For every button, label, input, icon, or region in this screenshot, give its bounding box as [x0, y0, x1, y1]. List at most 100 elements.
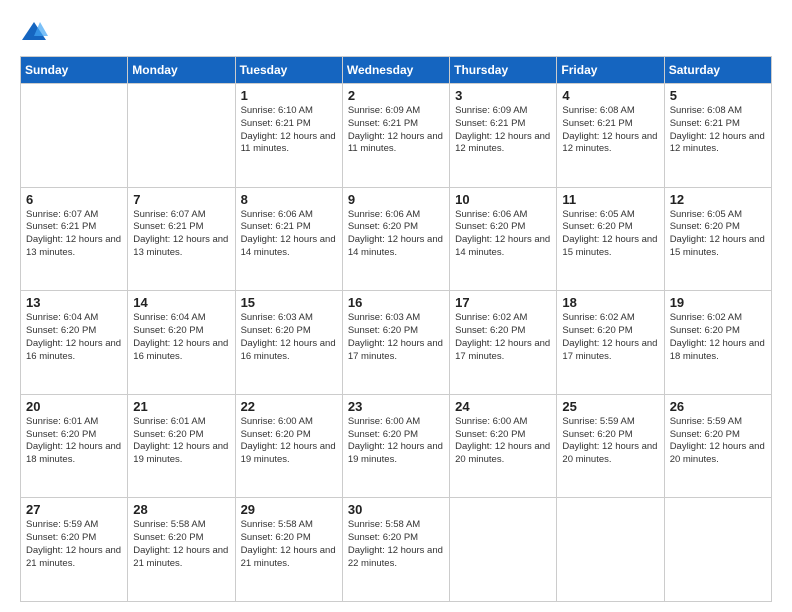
day-number: 9	[348, 192, 444, 207]
day-number: 2	[348, 88, 444, 103]
calendar-cell: 28Sunrise: 5:58 AM Sunset: 6:20 PM Dayli…	[128, 498, 235, 602]
calendar-header: SundayMondayTuesdayWednesdayThursdayFrid…	[21, 57, 772, 84]
calendar-cell: 16 Sunrise: 6:03 AM Sunset: 6:20 PM Dayli…	[342, 291, 449, 395]
day-number: 7	[133, 192, 229, 207]
day-number: 27	[26, 502, 122, 517]
day-number: 21	[133, 399, 229, 414]
day-info: Sunrise: 6:07 AM Sunset: 6:21 PM Dayligh…	[26, 209, 122, 260]
weekday-header-saturday: Saturday	[664, 57, 771, 84]
day-info: Sunrise: 6:01 AM Sunset: 6:20 PM Dayligh…	[133, 416, 229, 467]
calendar-cell	[128, 84, 235, 188]
day-info: Sunrise: 6:09 AM Sunset: 6:21 PM Dayligh…	[455, 105, 551, 156]
calendar-cell: 1Sunrise: 6:10 AM Sunset: 6:21 PM Daylig…	[235, 84, 342, 188]
day-number: 3	[455, 88, 551, 103]
day-number: 20	[26, 399, 122, 414]
day-number: 4	[562, 88, 658, 103]
day-number: 18	[562, 295, 658, 310]
calendar-body: 1Sunrise: 6:10 AM Sunset: 6:21 PM Daylig…	[21, 84, 772, 602]
day-info: Sunrise: 6:06 AM Sunset: 6:20 PM Dayligh…	[348, 209, 444, 260]
day-number: 29	[241, 502, 337, 517]
weekday-header-friday: Friday	[557, 57, 664, 84]
day-number: 14	[133, 295, 229, 310]
calendar-cell: 25 Sunrise: 5:59 AM Sunset: 6:20 PM Dayli…	[557, 394, 664, 498]
day-info: Sunrise: 5:59 AM Sunset: 6:20 PM Dayligh…	[26, 519, 122, 570]
day-info: Sunrise: 6:01 AM Sunset: 6:20 PM Dayligh…	[26, 416, 122, 467]
weekday-header-monday: Monday	[128, 57, 235, 84]
calendar-cell: 18Sunrise: 6:02 AM Sunset: 6:20 PM Dayli…	[557, 291, 664, 395]
day-number: 13	[26, 295, 122, 310]
day-info: Sunrise: 6:08 AM Sunset: 6:21 PM Dayligh…	[562, 105, 658, 156]
day-info: Sunrise: 6:02 AM Sunset: 6:20 PM Dayligh…	[455, 312, 551, 363]
day-info: Sunrise: 6:03 AM Sunset: 6:20 PM Dayligh…	[348, 312, 444, 363]
day-info: Sunrise: 6:00 AM Sunset: 6:20 PM Dayligh…	[241, 416, 337, 467]
calendar-cell: 5 Sunrise: 6:08 AM Sunset: 6:21 PM Daylig…	[664, 84, 771, 188]
calendar-table: SundayMondayTuesdayWednesdayThursdayFrid…	[20, 56, 772, 602]
calendar-week-row: 1Sunrise: 6:10 AM Sunset: 6:21 PM Daylig…	[21, 84, 772, 188]
day-info: Sunrise: 5:58 AM Sunset: 6:20 PM Dayligh…	[241, 519, 337, 570]
calendar-cell: 13 Sunrise: 6:04 AM Sunset: 6:20 PM Dayli…	[21, 291, 128, 395]
weekday-header-row: SundayMondayTuesdayWednesdayThursdayFrid…	[21, 57, 772, 84]
calendar-cell: 22 Sunrise: 6:00 AM Sunset: 6:20 PM Dayli…	[235, 394, 342, 498]
day-number: 12	[670, 192, 766, 207]
calendar-cell: 2 Sunrise: 6:09 AM Sunset: 6:21 PM Daylig…	[342, 84, 449, 188]
calendar-cell: 30 Sunrise: 5:58 AM Sunset: 6:20 PM Dayli…	[342, 498, 449, 602]
calendar-week-row: 13 Sunrise: 6:04 AM Sunset: 6:20 PM Dayli…	[21, 291, 772, 395]
calendar-cell: 27 Sunrise: 5:59 AM Sunset: 6:20 PM Dayli…	[21, 498, 128, 602]
calendar-cell	[450, 498, 557, 602]
calendar-cell: 23 Sunrise: 6:00 AM Sunset: 6:20 PM Dayli…	[342, 394, 449, 498]
day-info: Sunrise: 6:06 AM Sunset: 6:20 PM Dayligh…	[455, 209, 551, 260]
day-info: Sunrise: 6:05 AM Sunset: 6:20 PM Dayligh…	[670, 209, 766, 260]
day-info: Sunrise: 6:00 AM Sunset: 6:20 PM Dayligh…	[348, 416, 444, 467]
weekday-header-tuesday: Tuesday	[235, 57, 342, 84]
day-number: 24	[455, 399, 551, 414]
calendar-week-row: 6 Sunrise: 6:07 AM Sunset: 6:21 PM Daylig…	[21, 187, 772, 291]
day-number: 8	[241, 192, 337, 207]
header	[20, 18, 772, 46]
day-number: 16	[348, 295, 444, 310]
weekday-header-thursday: Thursday	[450, 57, 557, 84]
calendar-cell: 17 Sunrise: 6:02 AM Sunset: 6:20 PM Dayli…	[450, 291, 557, 395]
day-info: Sunrise: 6:09 AM Sunset: 6:21 PM Dayligh…	[348, 105, 444, 156]
day-info: Sunrise: 6:05 AM Sunset: 6:20 PM Dayligh…	[562, 209, 658, 260]
logo-icon	[20, 18, 48, 46]
logo	[20, 18, 50, 46]
day-info: Sunrise: 5:58 AM Sunset: 6:20 PM Dayligh…	[348, 519, 444, 570]
day-info: Sunrise: 6:03 AM Sunset: 6:20 PM Dayligh…	[241, 312, 337, 363]
day-info: Sunrise: 6:07 AM Sunset: 6:21 PM Dayligh…	[133, 209, 229, 260]
calendar-cell: 6 Sunrise: 6:07 AM Sunset: 6:21 PM Daylig…	[21, 187, 128, 291]
calendar-cell: 8Sunrise: 6:06 AM Sunset: 6:21 PM Daylig…	[235, 187, 342, 291]
day-info: Sunrise: 6:04 AM Sunset: 6:20 PM Dayligh…	[26, 312, 122, 363]
day-number: 22	[241, 399, 337, 414]
calendar-cell: 12 Sunrise: 6:05 AM Sunset: 6:20 PM Dayli…	[664, 187, 771, 291]
calendar-cell: 7 Sunrise: 6:07 AM Sunset: 6:21 PM Daylig…	[128, 187, 235, 291]
day-number: 6	[26, 192, 122, 207]
day-number: 25	[562, 399, 658, 414]
calendar-week-row: 27 Sunrise: 5:59 AM Sunset: 6:20 PM Dayli…	[21, 498, 772, 602]
day-number: 11	[562, 192, 658, 207]
calendar-cell	[557, 498, 664, 602]
weekday-header-wednesday: Wednesday	[342, 57, 449, 84]
calendar-cell: 4 Sunrise: 6:08 AM Sunset: 6:21 PM Daylig…	[557, 84, 664, 188]
day-number: 30	[348, 502, 444, 517]
day-info: Sunrise: 5:58 AM Sunset: 6:20 PM Dayligh…	[133, 519, 229, 570]
calendar-cell: 10Sunrise: 6:06 AM Sunset: 6:20 PM Dayli…	[450, 187, 557, 291]
calendar-cell: 3 Sunrise: 6:09 AM Sunset: 6:21 PM Daylig…	[450, 84, 557, 188]
calendar-cell: 15Sunrise: 6:03 AM Sunset: 6:20 PM Dayli…	[235, 291, 342, 395]
day-number: 5	[670, 88, 766, 103]
calendar-cell: 26Sunrise: 5:59 AM Sunset: 6:20 PM Dayli…	[664, 394, 771, 498]
calendar-cell: 20 Sunrise: 6:01 AM Sunset: 6:20 PM Dayli…	[21, 394, 128, 498]
calendar-week-row: 20 Sunrise: 6:01 AM Sunset: 6:20 PM Dayli…	[21, 394, 772, 498]
calendar-cell: 21 Sunrise: 6:01 AM Sunset: 6:20 PM Dayli…	[128, 394, 235, 498]
day-info: Sunrise: 5:59 AM Sunset: 6:20 PM Dayligh…	[562, 416, 658, 467]
calendar-cell	[664, 498, 771, 602]
day-number: 1	[241, 88, 337, 103]
day-number: 19	[670, 295, 766, 310]
day-info: Sunrise: 6:08 AM Sunset: 6:21 PM Dayligh…	[670, 105, 766, 156]
calendar-cell: 14Sunrise: 6:04 AM Sunset: 6:20 PM Dayli…	[128, 291, 235, 395]
page: SundayMondayTuesdayWednesdayThursdayFrid…	[0, 0, 792, 612]
calendar-cell: 9 Sunrise: 6:06 AM Sunset: 6:20 PM Daylig…	[342, 187, 449, 291]
day-number: 23	[348, 399, 444, 414]
calendar-cell: 29 Sunrise: 5:58 AM Sunset: 6:20 PM Dayli…	[235, 498, 342, 602]
weekday-header-sunday: Sunday	[21, 57, 128, 84]
day-number: 17	[455, 295, 551, 310]
